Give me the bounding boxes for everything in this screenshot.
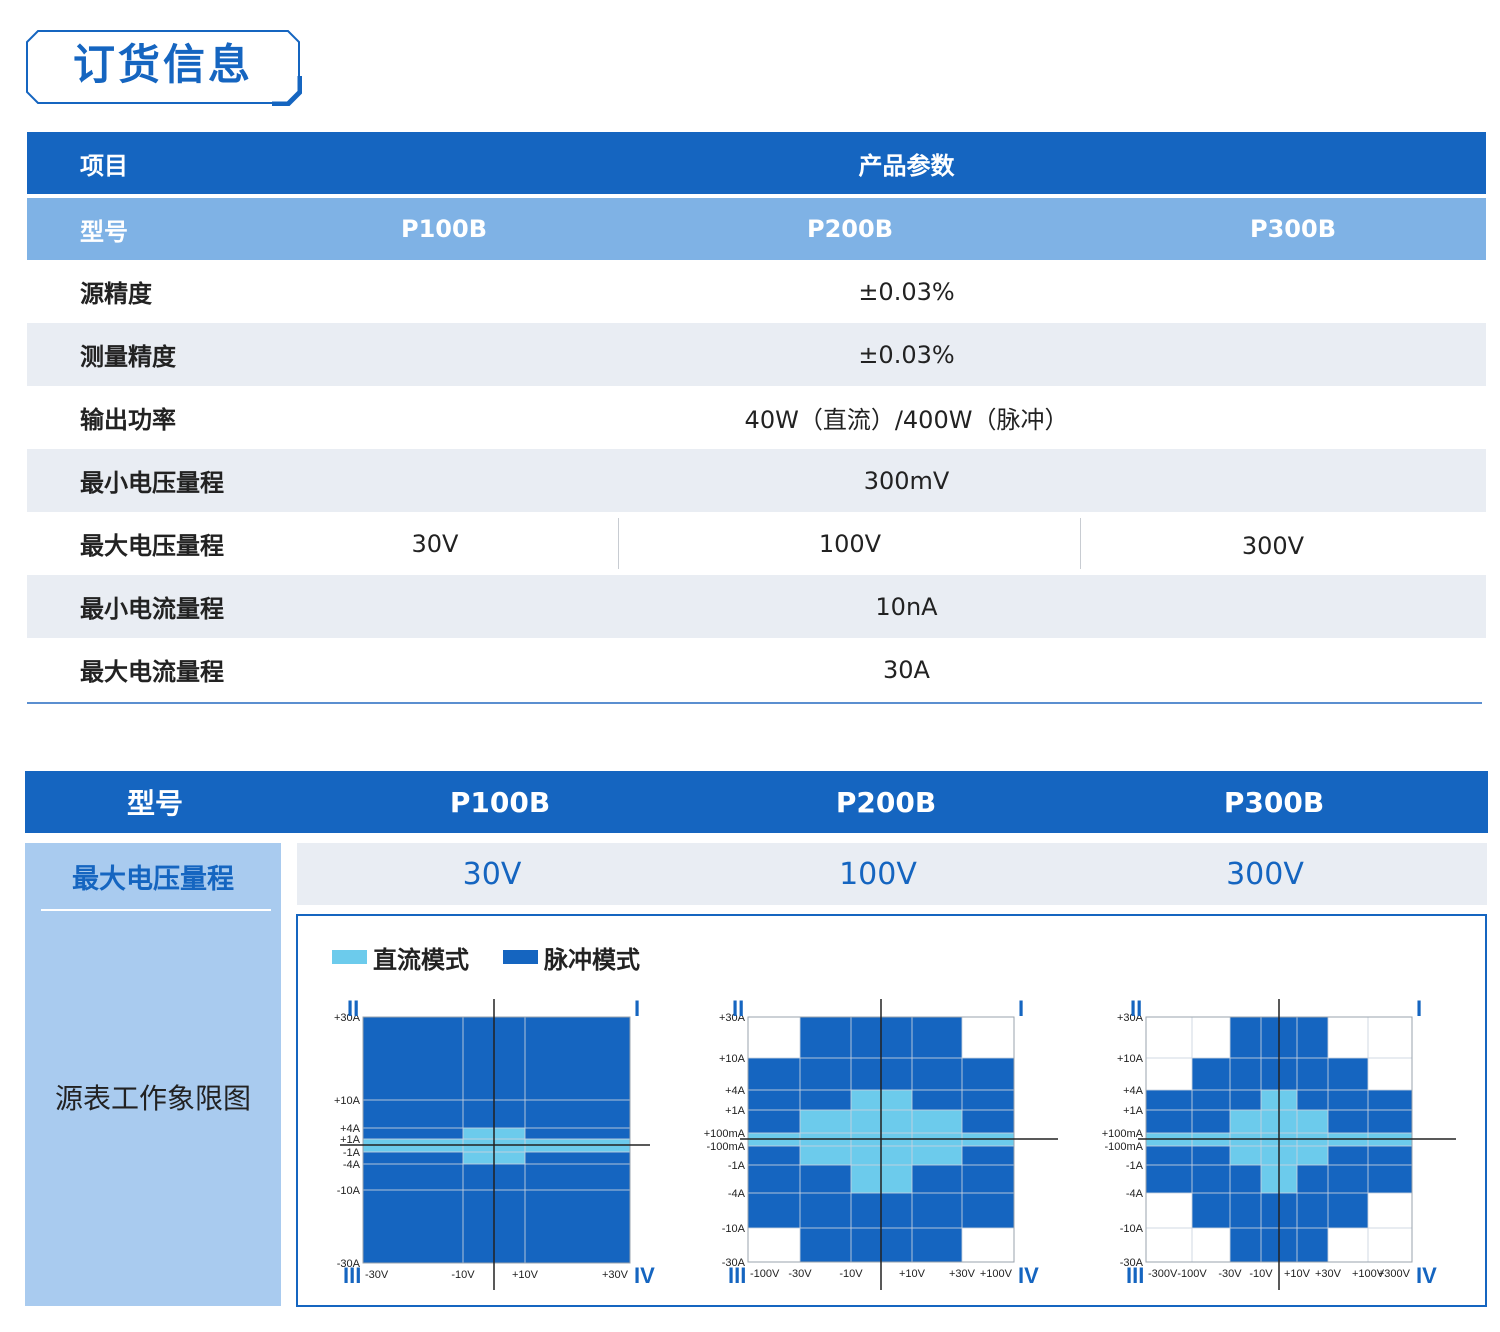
quadrant-label: III [1126, 1263, 1144, 1288]
y-tick-label: -100mA [1104, 1141, 1143, 1153]
x-tick-label: -30V [1218, 1268, 1242, 1280]
quadrant-label: II [1130, 996, 1142, 1021]
y-tick-label: +10A [1117, 1053, 1144, 1065]
y-tick-label: +4A [1123, 1085, 1144, 1097]
x-tick-label: +300V [1378, 1268, 1411, 1280]
x-tick-label: +30V [1315, 1268, 1342, 1280]
y-tick-label: -4A [1126, 1188, 1144, 1200]
quadrant-chart-svg: +30A+10A+4A+1A+100mA-100mA-1A-4A-10A-30A… [1102, 996, 1456, 1290]
quadrant-label: I [1416, 996, 1422, 1021]
quadrant-label: IV [1416, 1263, 1437, 1288]
x-tick-label: +10V [1284, 1268, 1311, 1280]
x-tick-label: -10V [1249, 1268, 1273, 1280]
y-tick-label: +100mA [1102, 1128, 1144, 1140]
y-tick-label: +1A [1123, 1105, 1144, 1117]
y-tick-label: -10A [1120, 1223, 1144, 1235]
y-tick-label: -1A [1126, 1160, 1144, 1172]
x-tick-label: -300V [1148, 1268, 1178, 1280]
x-tick-label: -100V [1177, 1268, 1207, 1280]
